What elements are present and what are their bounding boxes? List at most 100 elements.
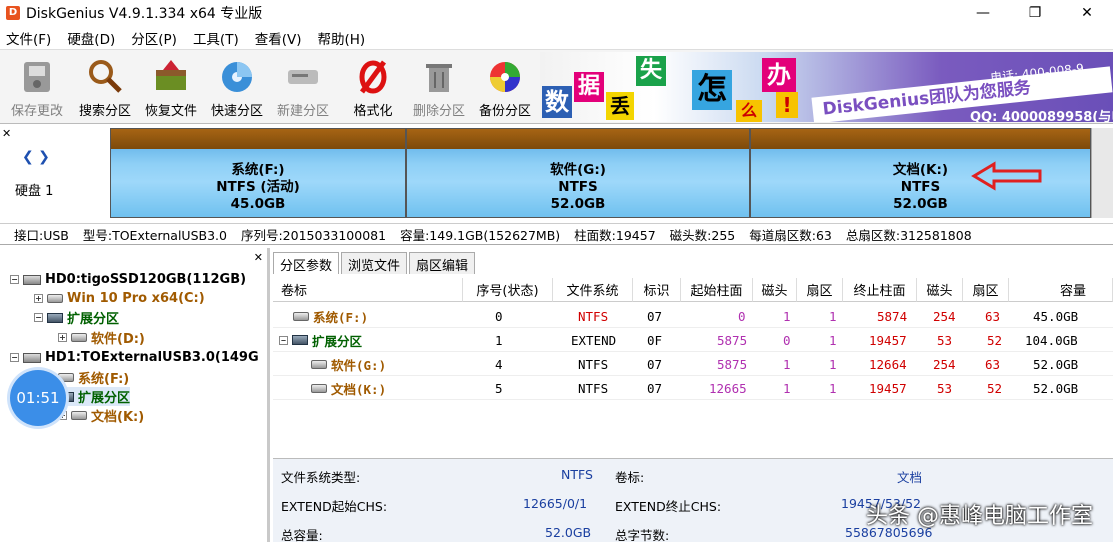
tree-node-f[interactable]: 系统(F:) xyxy=(58,368,129,387)
menu-partition[interactable]: 分区(P) xyxy=(125,28,183,48)
col-header[interactable]: 容量 xyxy=(1009,278,1113,302)
collapse-icon[interactable]: − xyxy=(10,353,19,362)
backup-icon xyxy=(490,62,520,92)
tree-node-c[interactable]: + Win 10 Pro x64(C:) xyxy=(34,289,205,308)
disk-map-scrollbar[interactable] xyxy=(1091,128,1113,218)
format-button[interactable]: 格式化 xyxy=(340,54,406,120)
expand-icon[interactable]: + xyxy=(58,333,67,342)
menu-help[interactable]: 帮助(H) xyxy=(312,28,372,48)
cell-start-cyl: 0 xyxy=(738,308,746,324)
tree-node-ext1[interactable]: 扩展分区 xyxy=(58,387,131,406)
tree-label: 系统(F:) xyxy=(78,372,130,387)
banner-tile: ! xyxy=(776,92,798,118)
cell-id: 07 xyxy=(647,380,663,396)
expand-icon[interactable]: + xyxy=(34,294,43,303)
collapse-icon[interactable]: − xyxy=(10,275,19,284)
collapse-icon[interactable]: − xyxy=(279,335,288,345)
cell-size: 52.0GB xyxy=(1033,380,1079,396)
delete-partition-button[interactable]: 删除分区 xyxy=(406,54,472,120)
disk-serial: 序列号:2015033100081 xyxy=(240,227,387,243)
col-header[interactable]: 标识 xyxy=(633,278,681,302)
tree-node-hd1[interactable]: − HD1:TOExternalUSB3.0(149G xyxy=(10,348,259,367)
cell-id: 07 xyxy=(647,308,663,324)
total-bytes-label: 总字节数: xyxy=(615,528,670,543)
partition-block-g[interactable]: 软件(G:) NTFS 52.0GB xyxy=(406,128,750,218)
cell-start-cyl: 5875 xyxy=(717,356,748,372)
close-icon[interactable]: ✕ xyxy=(254,251,263,264)
cell-start-sector: 1 xyxy=(829,356,837,372)
new-partition-button[interactable]: 新建分区 xyxy=(270,54,336,120)
tab-partition-params[interactable]: 分区参数 xyxy=(273,252,340,274)
disk-model: 型号:TOExternalUSB3.0 xyxy=(82,227,227,243)
col-header[interactable]: 磁头 xyxy=(753,278,797,302)
tab-browse-files[interactable]: 浏览文件 xyxy=(341,252,408,274)
fs-type-label: 文件系统类型: xyxy=(281,470,361,485)
tab-sector-edit[interactable]: 扇区编辑 xyxy=(409,252,476,274)
banner-tile: 丢 xyxy=(606,92,634,120)
table-row[interactable]: 系统(F:) 0 NTFS 07 0 1 1 5874 254 63 45.0G… xyxy=(273,304,1113,328)
ext-start-label: EXTEND起始CHS: xyxy=(281,499,388,514)
partition-icon xyxy=(311,383,327,393)
tree-node-d[interactable]: + 软件(D:) xyxy=(58,328,145,347)
col-header[interactable]: 文件系统 xyxy=(553,278,633,302)
menu-view[interactable]: 查看(V) xyxy=(249,28,308,48)
cell-label: 软件(G:) xyxy=(331,357,387,373)
cell-end-cyl: 19457 xyxy=(869,380,907,396)
partition-size: 45.0GB xyxy=(230,196,286,212)
cell-fs: NTFS xyxy=(578,356,609,372)
table-row[interactable]: − 扩展分区 1 EXTEND 0F 5875 0 1 19457 53 52 1… xyxy=(273,328,1113,352)
tree-label: HD0:tigoSSD120GB(112GB) xyxy=(45,272,247,287)
table-row[interactable]: 文档(K:) 5 NTFS 07 12665 1 1 19457 53 52 5… xyxy=(273,376,1113,400)
col-header[interactable]: 起始柱面 xyxy=(681,278,753,302)
disk-capacity: 容量:149.1GB(152627MB) xyxy=(400,227,561,243)
partition-fs: NTFS (活动) xyxy=(216,179,300,195)
cell-fs: NTFS xyxy=(578,308,609,324)
disk-map: ✕ ❮ ❯ 硬盘 1 系统(F:) NTFS (活动) 45.0GB 软件(G:) N… xyxy=(0,125,1113,223)
cell-end-head: 53 xyxy=(937,332,953,348)
col-header[interactable]: 扇区 xyxy=(797,278,843,302)
close-button[interactable]: ✕ xyxy=(1061,0,1113,26)
disk-sectors-per-track: 每道扇区数:63 xyxy=(749,227,832,243)
col-header[interactable]: 序号(状态) xyxy=(463,278,553,302)
save-changes-button[interactable]: 保存更改 xyxy=(4,54,70,120)
maximize-button[interactable]: ❐ xyxy=(1009,0,1061,26)
menu-tools[interactable]: 工具(T) xyxy=(187,28,245,48)
minimize-button[interactable]: — xyxy=(957,0,1009,26)
table-row[interactable]: 软件(G:) 4 NTFS 07 5875 1 1 12664 254 63 5… xyxy=(273,352,1113,376)
extended-partition-icon xyxy=(47,312,63,323)
quick-partition-button[interactable]: 快速分区 xyxy=(204,54,270,120)
partition-block-f[interactable]: 系统(F:) NTFS (活动) 45.0GB xyxy=(110,128,406,218)
cell-label: 扩展分区 xyxy=(312,333,363,349)
vol-label-label: 卷标: xyxy=(615,470,645,485)
cell-id: 0F xyxy=(647,332,663,348)
col-header[interactable]: 磁头 xyxy=(917,278,963,302)
recover-files-button[interactable]: 恢复文件 xyxy=(138,54,204,120)
tree-node-ext0[interactable]: − 扩展分区 xyxy=(34,308,119,327)
trash-icon xyxy=(426,64,452,92)
partition-bar xyxy=(751,129,1090,149)
col-header[interactable]: 终止柱面 xyxy=(843,278,917,302)
close-icon[interactable]: ✕ xyxy=(2,127,11,140)
collapse-icon[interactable]: − xyxy=(34,313,43,322)
backup-partition-button[interactable]: 备份分区 xyxy=(472,54,538,120)
banner-qq: QQ: 4000089958(与电话 xyxy=(970,110,1113,122)
tree-node-k[interactable]: + 文档(K:) xyxy=(58,406,144,425)
menu-bar: 文件(F) 硬盘(D) 分区(P) 工具(T) 查看(V) 帮助(H) xyxy=(0,26,1113,50)
format-icon xyxy=(359,60,387,94)
ad-banner[interactable]: 数 据 丢 失 怎 么 办 ! DiskGenius团队为您服务 电话: 400… xyxy=(540,52,1113,122)
cell-start-sector: 1 xyxy=(829,380,837,396)
quick-partition-icon xyxy=(222,62,252,92)
col-header[interactable]: 卷标 xyxy=(273,278,463,302)
banner-tile: 么 xyxy=(736,100,762,122)
cell-end-sector: 52 xyxy=(987,332,1003,348)
menu-disk[interactable]: 硬盘(D) xyxy=(61,28,121,48)
search-partition-button[interactable]: 搜索分区 xyxy=(72,54,138,120)
cell-id: 07 xyxy=(647,356,663,372)
cell-label: 文档(K:) xyxy=(331,381,387,397)
menu-file[interactable]: 文件(F) xyxy=(0,28,57,48)
col-header[interactable]: 扇区 xyxy=(963,278,1009,302)
cell-end-sector: 63 xyxy=(985,356,1001,372)
disk-nav-arrows[interactable]: ❮ ❯ xyxy=(22,149,50,165)
cell-end-cyl: 5874 xyxy=(877,308,908,324)
tree-node-hd0[interactable]: − HD0:tigoSSD120GB(112GB) xyxy=(10,270,246,289)
